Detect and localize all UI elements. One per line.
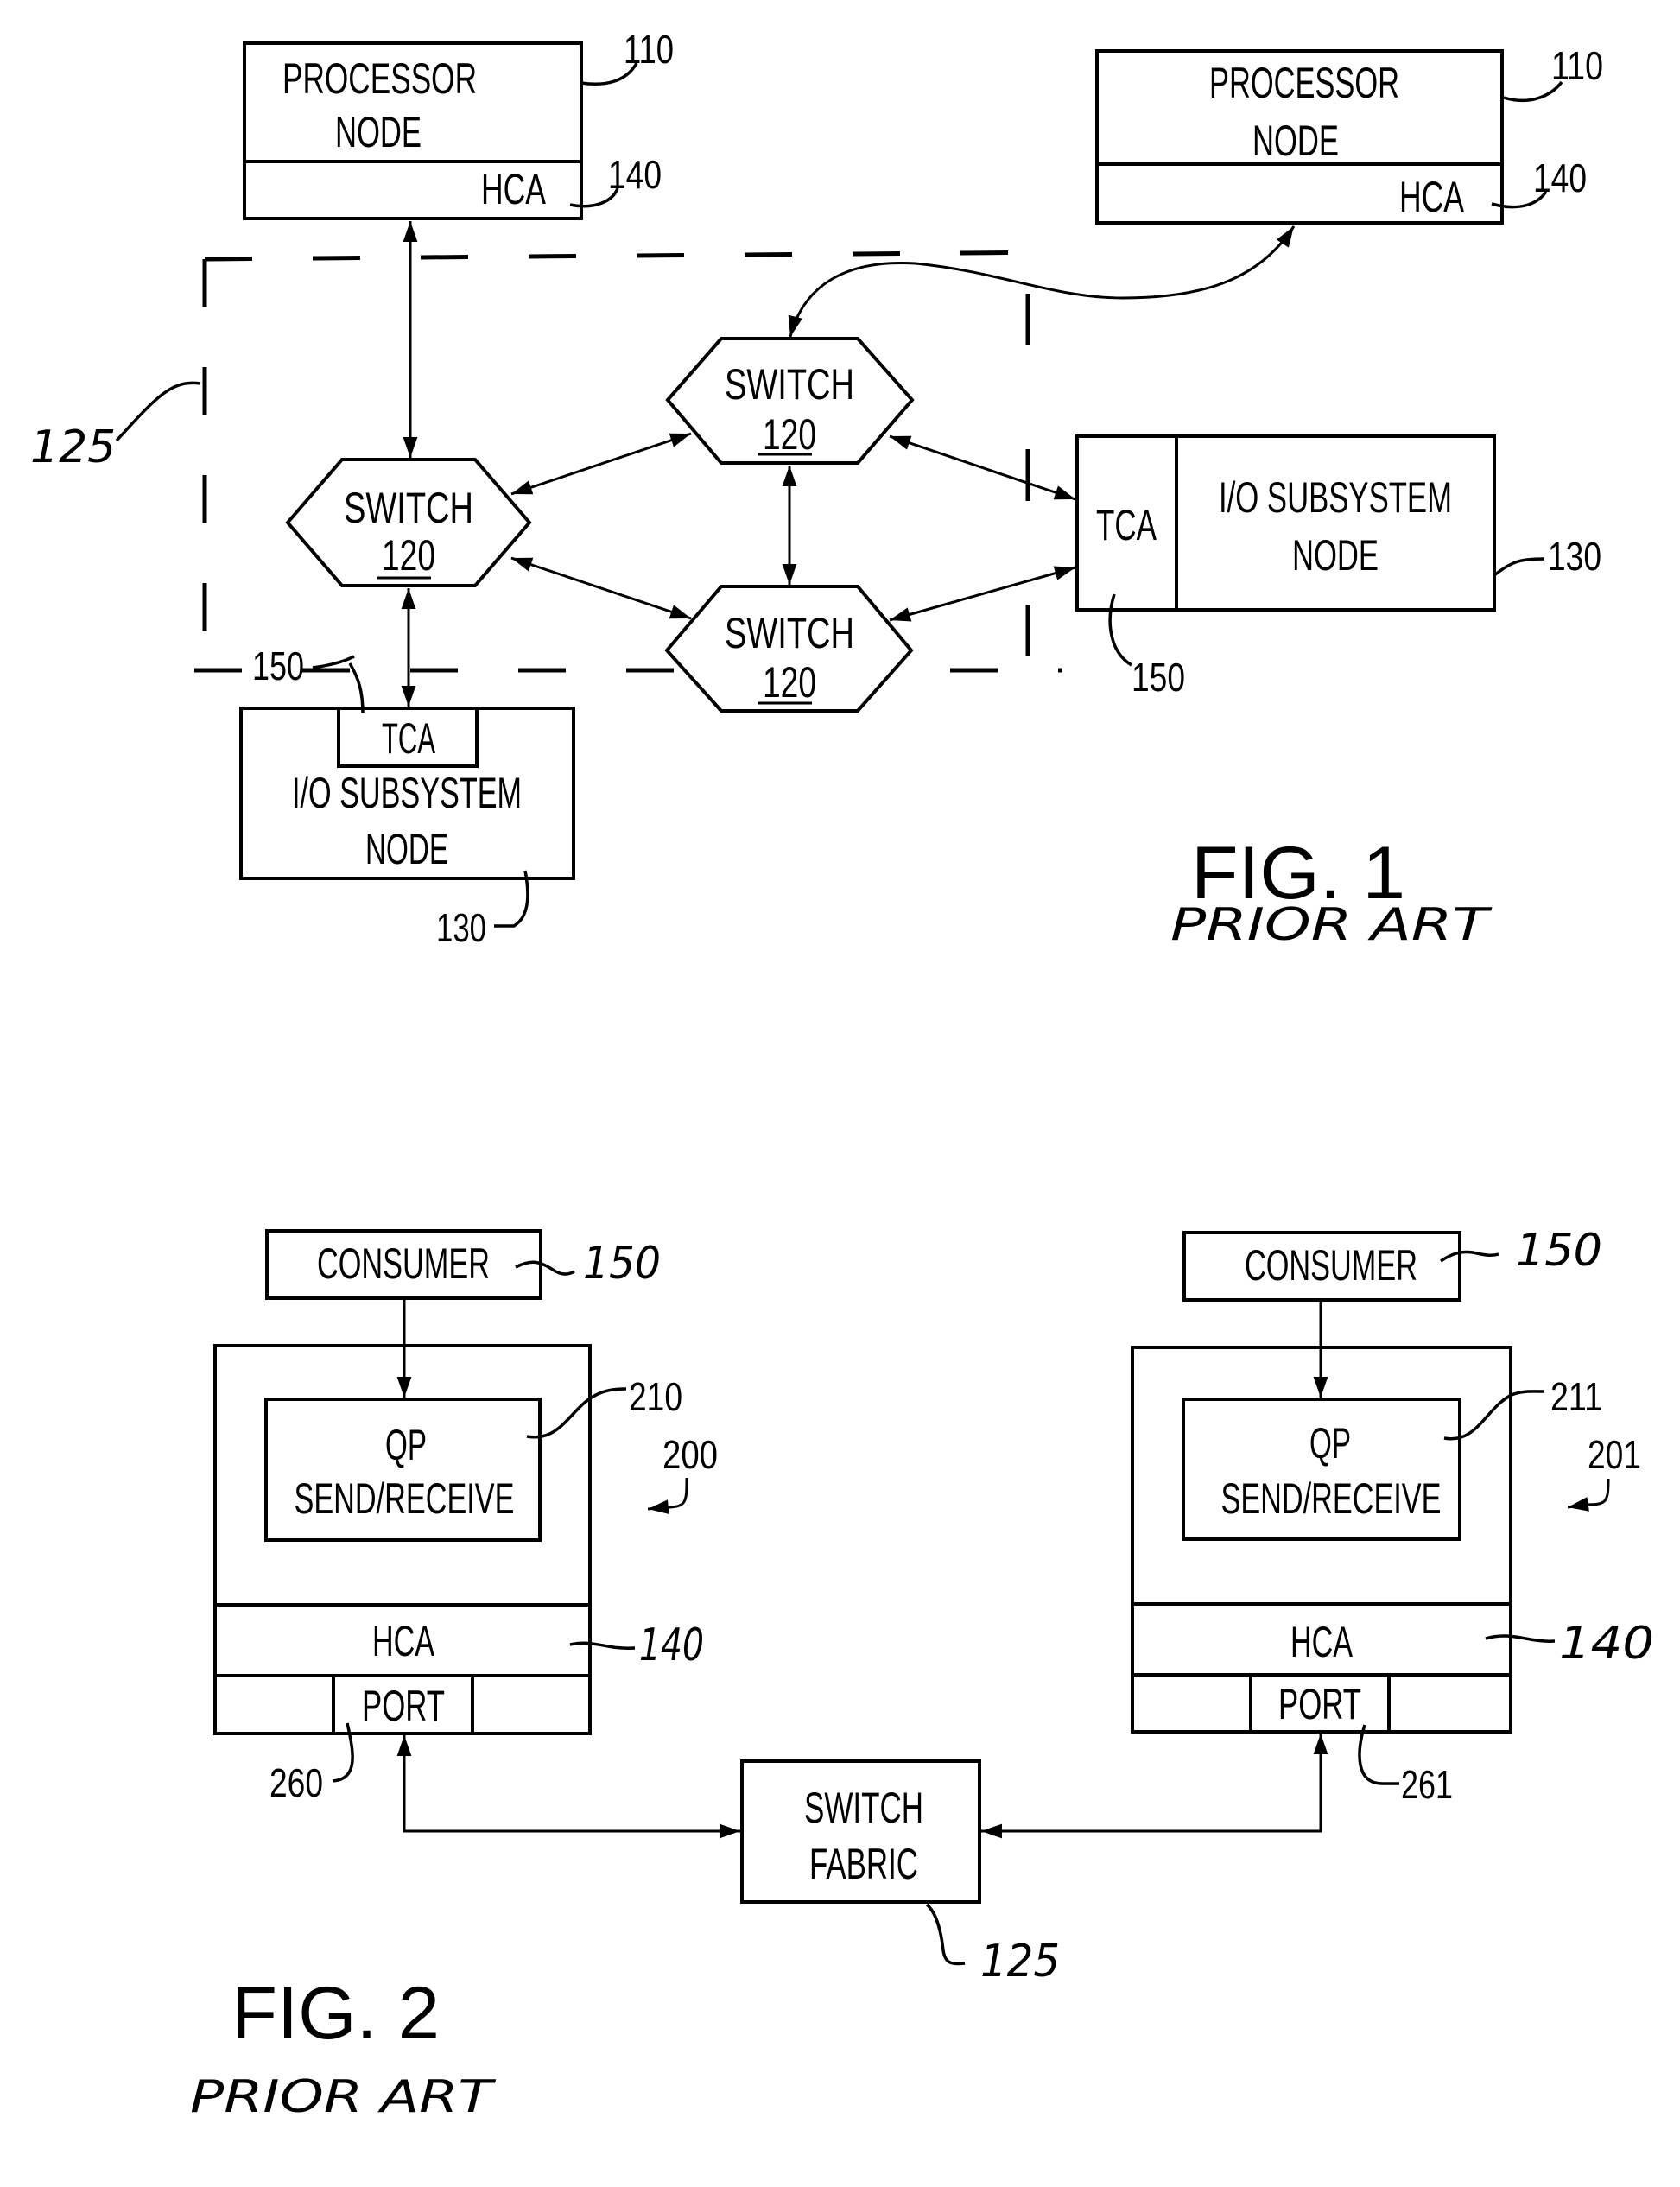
processor-node-left-label-1: PROCESSOR bbox=[282, 54, 477, 103]
link-switch-left-switch-bottom bbox=[510, 556, 692, 620]
consumer-right-label: CONSUMER bbox=[1245, 1241, 1417, 1290]
link-switch-bottom-io-right bbox=[889, 566, 1076, 622]
hca-left-label: HCA bbox=[481, 165, 546, 213]
link-switch-top-processor-right bbox=[788, 225, 1296, 338]
processor-node-left: PROCESSOR NODE HCA 110 140 bbox=[243, 27, 674, 220]
switch-bottom: SWITCH 120 bbox=[664, 585, 914, 713]
hca-right-label: HCA bbox=[1399, 173, 1464, 221]
switch-fabric-label-2: FABRIC bbox=[809, 1840, 918, 1888]
qp-right-label-1: QP bbox=[1309, 1419, 1351, 1468]
port-left-label: PORT bbox=[362, 1682, 445, 1730]
host-right-ref: 201 bbox=[1588, 1432, 1641, 1477]
figure-2: CONSUMER 150 QP SEND/RECEIVE 210 200 HCA… bbox=[190, 1225, 1654, 2123]
switch-fabric: SWITCH FABRIC 125 bbox=[740, 1759, 1060, 1987]
consumer-left-ref: 150 bbox=[583, 1238, 661, 1290]
hca-left-fig2-ref: 140 bbox=[639, 1620, 704, 1671]
switch-bottom-ref: 120 bbox=[763, 658, 816, 707]
port-left-ref: 260 bbox=[269, 1760, 323, 1805]
hca-left-ref: 140 bbox=[608, 152, 662, 197]
consumer-left-label: CONSUMER bbox=[317, 1239, 490, 1288]
processor-left-ref: 110 bbox=[624, 27, 674, 72]
switch-top-ref: 120 bbox=[763, 410, 816, 459]
switch-top-label: SWITCH bbox=[725, 360, 854, 409]
hca-right-fig2-ref: 140 bbox=[1559, 1618, 1654, 1670]
hca-right-ref: 140 bbox=[1533, 155, 1587, 200]
fig2-title: FIG. 2 bbox=[231, 1972, 440, 2055]
fabric-ref-label: 125 bbox=[30, 422, 116, 473]
consumer-right-ref: 150 bbox=[1516, 1225, 1602, 1277]
hca-right-fig2-label: HCA bbox=[1290, 1618, 1353, 1666]
processor-right-ref: 110 bbox=[1551, 43, 1603, 88]
switch-fabric-label-1: SWITCH bbox=[804, 1784, 923, 1832]
patent-drawing-sheet: 125 PROCESSOR NODE HCA 110 140 PROCESSOR… bbox=[30, 27, 1654, 2123]
link-port-right-fabric bbox=[981, 1734, 1328, 1839]
switch-fabric-boundary bbox=[194, 250, 1063, 674]
switch-top: SWITCH 120 bbox=[665, 337, 915, 465]
tca-bottom-label: TCA bbox=[382, 714, 435, 763]
fig1-subtitle: PRIOR ART bbox=[1170, 899, 1493, 951]
qp-left-label-2: SEND/RECEIVE bbox=[295, 1474, 515, 1523]
io-subsystem-node-right: TCA I/O SUBSYSTEM NODE 130 150 bbox=[1075, 434, 1601, 700]
processor-node-right: PROCESSOR NODE HCA 110 140 bbox=[1095, 43, 1603, 225]
switch-left-ref: 120 bbox=[382, 531, 435, 580]
qp-left-label-1: QP bbox=[385, 1421, 427, 1469]
processor-node-left-label-2: NODE bbox=[335, 108, 422, 156]
link-port-left-fabric bbox=[396, 1735, 740, 1839]
io-right-label-2: NODE bbox=[1292, 531, 1379, 580]
qp-right-ref: 211 bbox=[1550, 1374, 1602, 1419]
tca-right-label: TCA bbox=[1096, 501, 1157, 549]
fabric-ref-callout: 125 bbox=[30, 381, 201, 473]
switch-left-label: SWITCH bbox=[344, 484, 473, 532]
io-right-ref: 130 bbox=[1548, 534, 1601, 579]
processor-node-right-label-1: PROCESSOR bbox=[1209, 59, 1399, 107]
figure-1: 125 PROCESSOR NODE HCA 110 140 PROCESSOR… bbox=[30, 27, 1603, 951]
host-right: CONSUMER 150 QP SEND/RECEIVE 211 201 HCA… bbox=[1131, 1225, 1654, 1807]
switch-fabric-ref: 125 bbox=[980, 1936, 1060, 1987]
switch-bottom-label: SWITCH bbox=[725, 609, 854, 657]
io-bottom-ref: 130 bbox=[436, 905, 486, 950]
port-right-ref: 261 bbox=[1401, 1762, 1453, 1807]
tca-right-ref: 150 bbox=[1132, 655, 1185, 700]
link-switch-left-switch-top bbox=[510, 432, 692, 496]
qp-left-ref: 210 bbox=[629, 1374, 682, 1419]
tca-bottom-ref: 150 bbox=[252, 643, 304, 688]
host-left: CONSUMER 150 QP SEND/RECEIVE 210 200 HCA… bbox=[213, 1229, 718, 1805]
io-right-label-1: I/O SUBSYSTEM bbox=[1219, 473, 1452, 522]
io-bottom-label-2: NODE bbox=[365, 825, 448, 873]
port-right-label: PORT bbox=[1278, 1680, 1361, 1728]
qp-right-label-2: SEND/RECEIVE bbox=[1221, 1474, 1442, 1523]
fig2-subtitle: PRIOR ART bbox=[190, 2071, 497, 2123]
processor-node-right-label-2: NODE bbox=[1252, 117, 1339, 165]
link-switch-top-io-right bbox=[889, 434, 1076, 501]
io-bottom-label-1: I/O SUBSYSTEM bbox=[292, 769, 522, 817]
host-left-ref: 200 bbox=[662, 1432, 718, 1477]
switch-left: SWITCH 120 bbox=[285, 458, 532, 587]
hca-left-fig2-label: HCA bbox=[372, 1617, 434, 1665]
